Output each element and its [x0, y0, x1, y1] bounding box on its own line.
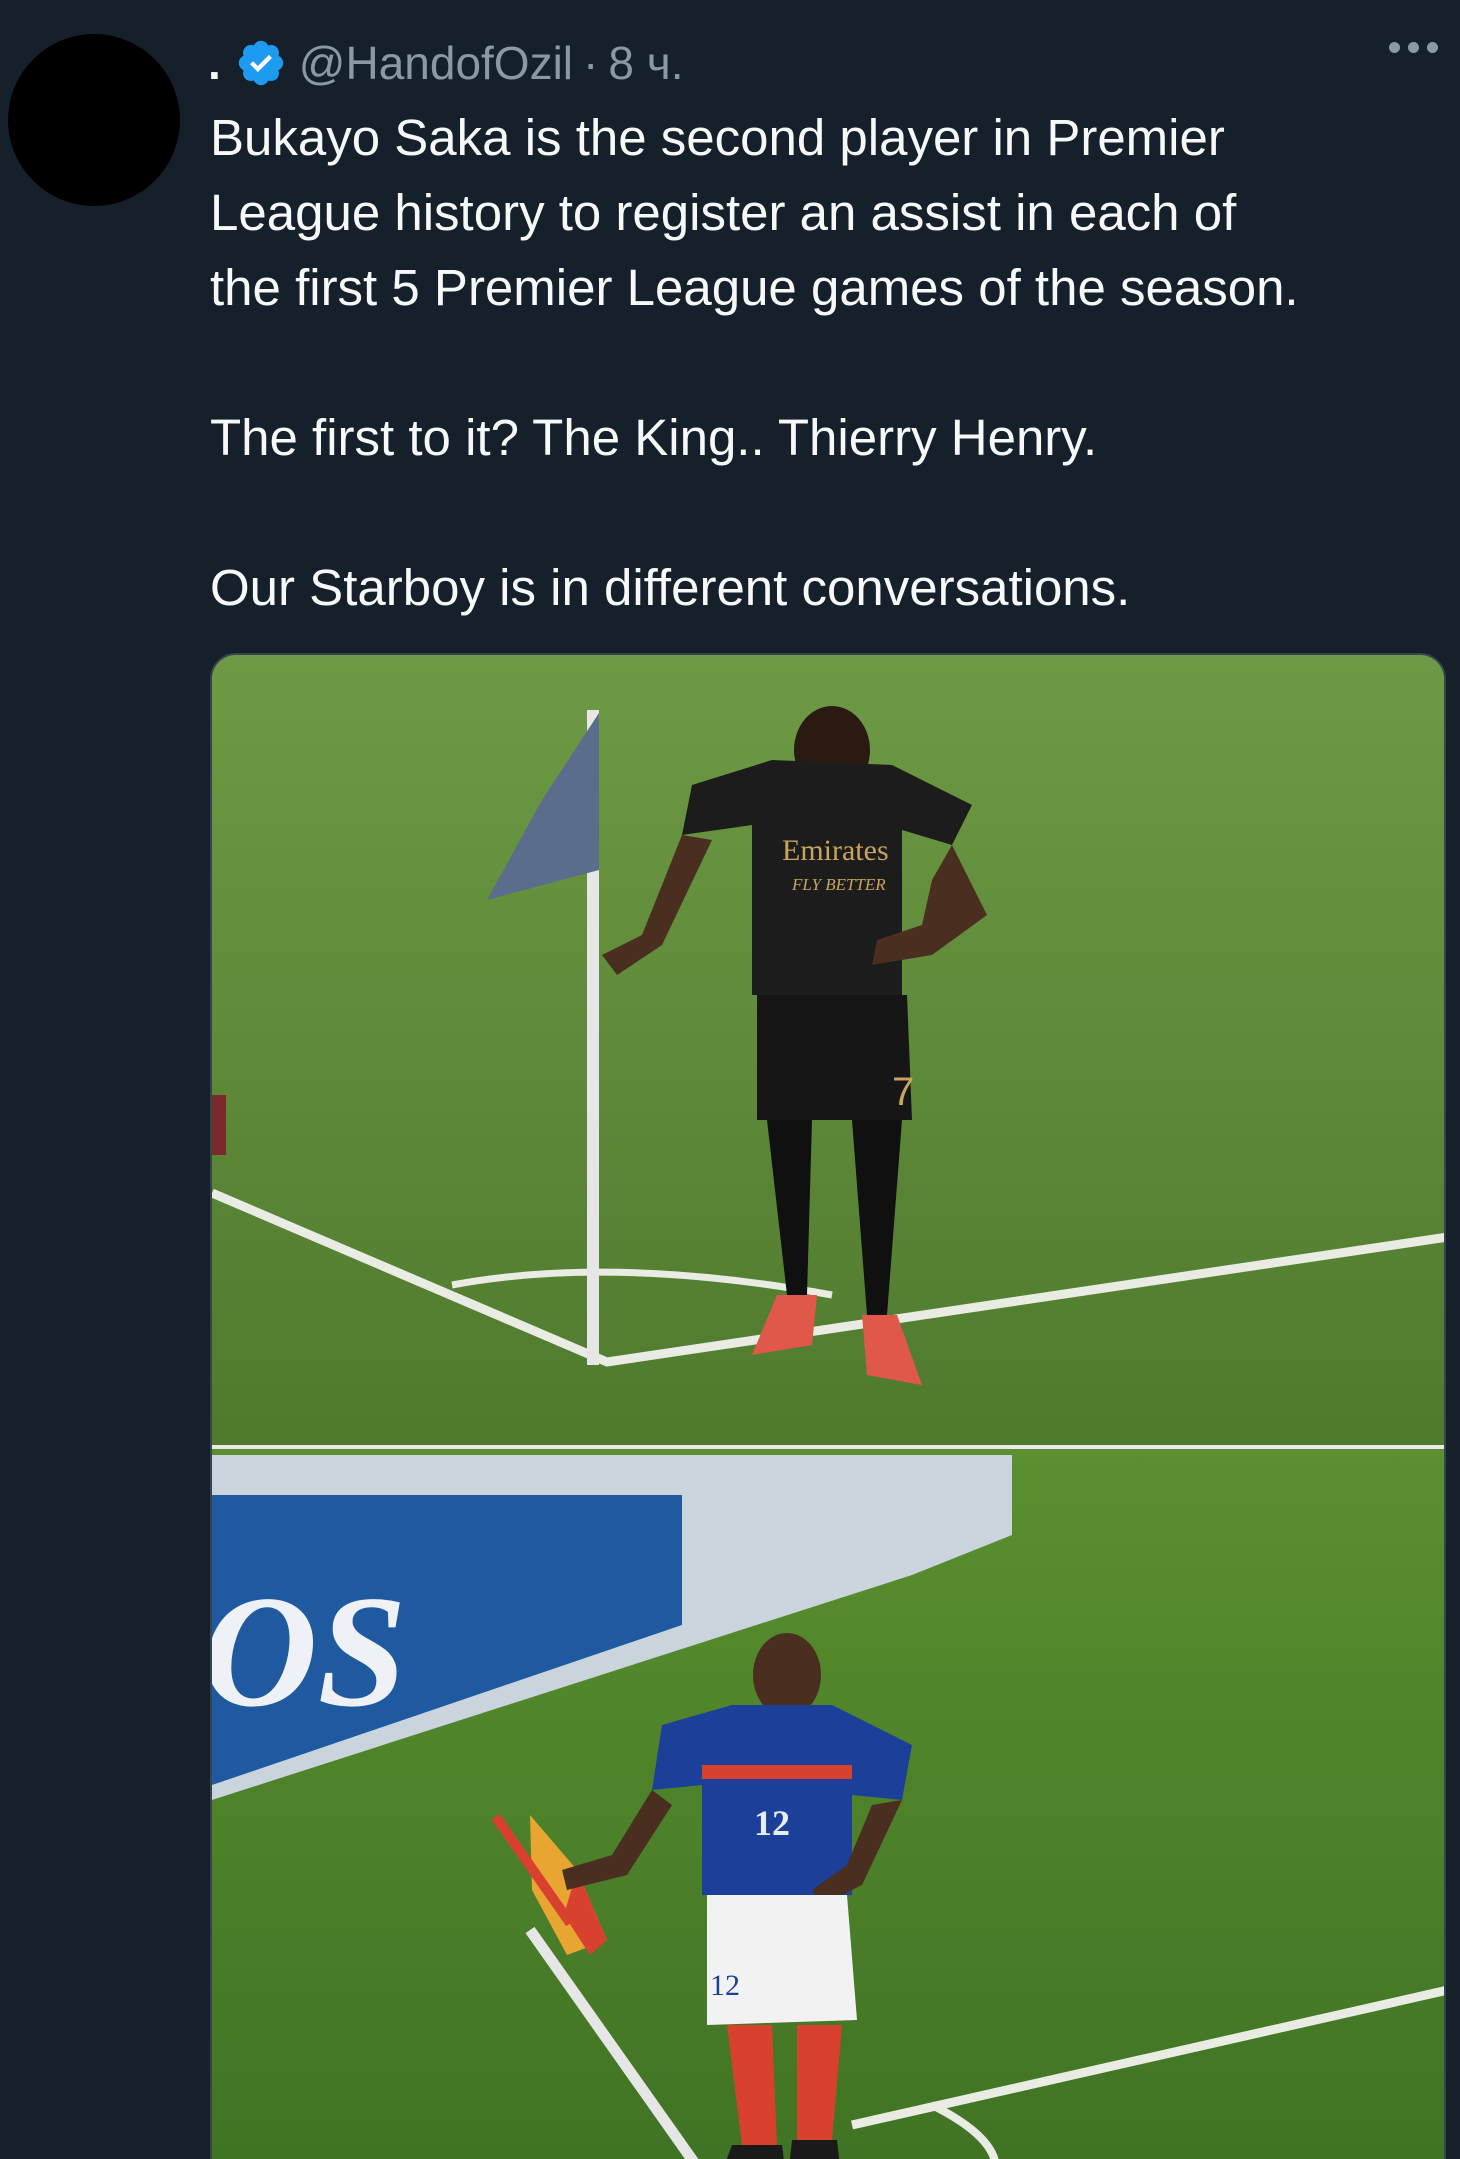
tweet-text-line: League history to register an assist in …: [210, 184, 1237, 241]
tweet-media[interactable]: Emirates FLY BETTER 7 OS 12 12: [210, 653, 1446, 2159]
tweet[interactable]: . @HandofOzil · 8 ч. Bukayo Saka is the …: [0, 0, 1460, 2159]
avatar[interactable]: [8, 34, 180, 206]
shirt-sponsor: Emirates: [782, 834, 889, 867]
tweet-header: . @HandofOzil · 8 ч.: [208, 28, 1460, 98]
shirt-number: 12: [754, 1803, 790, 1843]
board-text: OS: [212, 1562, 407, 1740]
media-photos: Emirates FLY BETTER 7 OS 12 12: [212, 655, 1444, 2159]
tweet-text-line: the first 5 Premier League games of the …: [210, 259, 1299, 316]
tweet-text-line: The first to it? The King.. Thierry Henr…: [210, 409, 1098, 466]
tweet-text-line: Our Starboy is in different conversation…: [210, 559, 1131, 616]
tweet-text-line: Bukayo Saka is the second player in Prem…: [210, 109, 1225, 166]
shirt-slogan: FLY BETTER: [791, 875, 886, 894]
user-handle[interactable]: @HandofOzil: [299, 36, 573, 90]
shorts-number: 12: [710, 1969, 740, 2002]
header-separator: ·: [583, 37, 599, 89]
top-photo: Emirates FLY BETTER 7: [212, 655, 1444, 1445]
tweet-time[interactable]: 8 ч.: [608, 36, 683, 90]
more-options-icon[interactable]: [1389, 42, 1438, 53]
verified-badge-icon: [238, 40, 283, 86]
tweet-text: Bukayo Saka is the second player in Prem…: [210, 100, 1450, 625]
bottom-photo: OS 12 12: [212, 1449, 1444, 2159]
display-name[interactable]: .: [208, 36, 221, 90]
shorts-number: 7: [892, 1070, 914, 1114]
